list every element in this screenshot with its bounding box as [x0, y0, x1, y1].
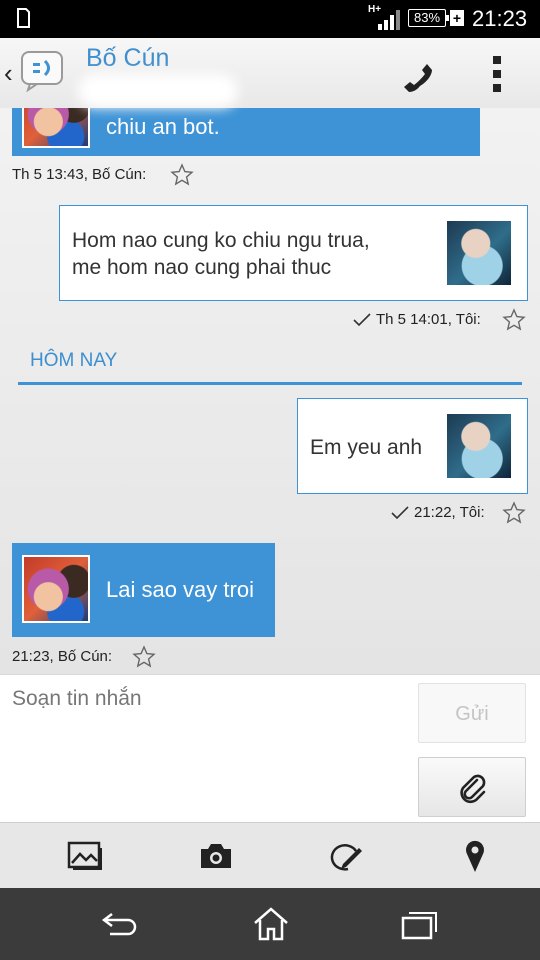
- message-text-line-1: Hom nao cung ko chiu ngu trua,: [72, 229, 370, 252]
- contact-name[interactable]: Bố Cún: [86, 44, 169, 73]
- redacted-number: [78, 74, 238, 108]
- incoming-message[interactable]: Lai sao vay troi: [12, 543, 275, 637]
- section-divider: [18, 382, 522, 385]
- back-icon[interactable]: [100, 906, 140, 942]
- location-pin-icon[interactable]: [457, 839, 493, 873]
- navigation-bar: [0, 888, 540, 960]
- my-avatar: [445, 219, 513, 287]
- outgoing-message[interactable]: Hom nao cung ko chiu ngu trua, me hom na…: [59, 205, 528, 301]
- paperclip-icon: [460, 774, 486, 804]
- send-button[interactable]: Gửi: [418, 683, 526, 743]
- message-meta: Th 5 13:43, Bố Cún:: [12, 166, 147, 183]
- overflow-menu-icon[interactable]: [490, 54, 504, 94]
- my-avatar: [445, 412, 513, 480]
- battery-indicator: 83%: [408, 9, 449, 27]
- star-icon[interactable]: [502, 501, 526, 525]
- signal-strength-icon: [378, 10, 400, 30]
- status-bar: H+ 83% + 21:23: [0, 0, 540, 38]
- charging-icon: +: [450, 10, 464, 26]
- contact-avatar: [22, 108, 90, 148]
- clock: 21:23: [472, 6, 528, 31]
- sim-card-icon: [17, 8, 30, 28]
- conversation-list[interactable]: chiu an bot. Th 5 13:43, Bố Cún: Hom nao…: [0, 108, 540, 674]
- incoming-message[interactable]: chiu an bot.: [12, 108, 480, 156]
- check-icon: [353, 313, 371, 327]
- message-text: Em yeu anh: [310, 436, 423, 459]
- check-icon: [391, 506, 409, 520]
- message-meta: 21:22, Tôi:: [414, 504, 485, 521]
- attachment-toolbar: [0, 822, 540, 889]
- attach-button[interactable]: [418, 757, 526, 817]
- message-meta: 21:23, Bố Cún:: [12, 648, 113, 665]
- star-icon[interactable]: [502, 308, 526, 332]
- message-text: Lai sao vay troi: [106, 577, 254, 602]
- phone-icon[interactable]: [394, 54, 434, 94]
- messaging-icon[interactable]: [20, 50, 66, 92]
- message-text-line-2: me hom nao cung phai thuc: [72, 256, 332, 279]
- compose-area: Soạn tin nhắn Gửi: [0, 674, 540, 823]
- star-icon[interactable]: [132, 645, 156, 669]
- draw-icon[interactable]: [328, 839, 364, 873]
- home-icon[interactable]: [252, 906, 290, 942]
- message-meta: Th 5 14:01, Tôi:: [376, 311, 481, 328]
- action-bar: ‹ Bố Cún: [0, 38, 540, 108]
- gallery-icon[interactable]: [67, 839, 103, 873]
- star-icon[interactable]: [170, 163, 194, 187]
- message-input[interactable]: Soạn tin nhắn: [12, 687, 142, 711]
- message-text: chiu an bot.: [106, 114, 220, 139]
- date-section-label: HÔM NAY: [30, 350, 118, 371]
- recent-apps-icon[interactable]: [400, 906, 440, 942]
- outgoing-message[interactable]: Em yeu anh: [297, 398, 528, 494]
- chevron-left-icon[interactable]: ‹: [4, 58, 13, 88]
- camera-icon[interactable]: [198, 839, 234, 873]
- contact-avatar: [22, 555, 90, 623]
